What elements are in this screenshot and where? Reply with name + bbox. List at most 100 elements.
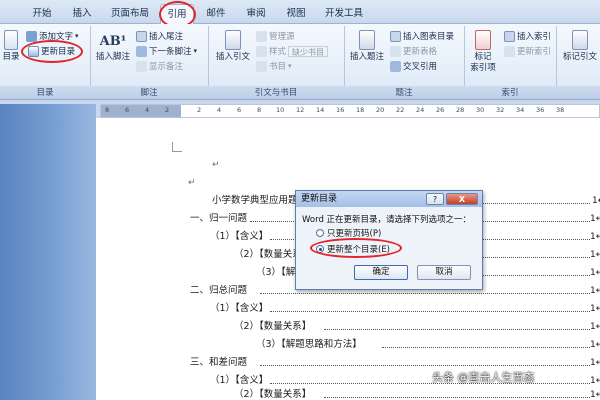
toc-entry[interactable]: 三、和差问题 1↵ <box>190 356 600 370</box>
mark-entry-label: 标记 索引项 <box>470 52 496 73</box>
toc-page-number: 1↵ <box>592 196 600 206</box>
update-table-button[interactable]: 更新表格 <box>390 45 437 57</box>
cross-reference-button[interactable]: 交叉引用 <box>390 60 437 72</box>
watermark: 头条 @直击人生百态 <box>432 371 535 384</box>
ruler-tick: 22 <box>396 106 405 114</box>
ruler-tick: 8 <box>257 106 262 114</box>
insert-table-of-figures-button[interactable]: 插入图表目录 <box>390 30 454 42</box>
style-dropdown[interactable]: 样式 缺少书目 <box>256 45 329 57</box>
ruler-tick: 4 <box>145 106 150 114</box>
style-label: 样式 <box>269 47 287 57</box>
toc-page-number: 1↵ <box>590 286 600 296</box>
paragraph-mark: ↵ <box>188 178 196 188</box>
ruler-tick: 26 <box>436 106 445 114</box>
page-corner-mark <box>172 142 182 152</box>
toc-entry[interactable]: （2）【数量关系】 1↵ <box>234 320 600 334</box>
toc-button[interactable]: 目录 <box>0 30 22 63</box>
ruler-tick: 34 <box>516 106 525 114</box>
group-label-index: 索引 <box>501 88 519 98</box>
insert-citation-button[interactable]: 插入引文 <box>212 30 254 63</box>
ruler-tick: 36 <box>536 106 545 114</box>
group-label-footnotes: 脚注 <box>140 88 158 98</box>
style-icon <box>256 45 267 57</box>
ruler-tick: 6 <box>125 106 130 114</box>
show-notes-button[interactable]: 显示备注 <box>136 60 183 72</box>
toc-button-label: 目录 <box>2 52 20 62</box>
next-footnote-button[interactable]: 下一条脚注 ▾ <box>136 45 197 57</box>
toc-entry-text: （1）【含义】 <box>210 230 272 244</box>
next-footnote-label: 下一条脚注 <box>149 47 192 57</box>
tab-page-layout[interactable]: 页面布局 <box>104 4 156 24</box>
toc-title-text: 小学数学典型应用题 <box>212 194 301 208</box>
toc-entry-text: （2）【数量关系】 <box>234 388 315 400</box>
endnote-icon <box>136 30 147 42</box>
mark-citation-label: 标记引文 <box>562 52 597 62</box>
dialog-help-button[interactable]: ? <box>426 193 444 205</box>
tab-insert[interactable]: 插入 <box>64 4 100 24</box>
insert-index-button[interactable]: 插入索引 <box>504 30 551 42</box>
group-label-toc: 目录 <box>36 88 54 98</box>
toc-entry-text: 二、归总问题 <box>190 284 251 298</box>
tab-mailings[interactable]: 邮件 <box>198 4 234 24</box>
mark-citation-icon <box>572 30 588 50</box>
left-pane <box>0 104 96 400</box>
cross-reference-icon <box>390 60 401 72</box>
manage-sources-button[interactable]: 管理源 <box>256 30 295 42</box>
tab-review[interactable]: 审阅 <box>238 4 274 24</box>
dialog-message: Word 正在更新目录，请选择下列选项之一： <box>302 215 472 225</box>
toc-entry[interactable]: （1）【含义】 1↵ <box>210 302 600 316</box>
toc-page-number: 1↵ <box>590 340 600 350</box>
update-index-icon <box>504 45 515 57</box>
caption-icon <box>359 30 375 50</box>
insert-caption-button[interactable]: 插入题注 <box>348 30 386 63</box>
next-footnote-icon <box>136 45 147 57</box>
toc-entry[interactable]: （1）【含义】 1↵ <box>210 374 600 388</box>
table-of-figures-icon <box>390 30 401 42</box>
toc-page-number: 1↵ <box>590 358 600 368</box>
insert-footnote-button[interactable]: AB¹ 插入脚注 <box>96 32 130 63</box>
toc-leader <box>260 365 590 366</box>
toc-icon <box>4 30 18 50</box>
ruler-tick: 28 <box>456 106 465 114</box>
toc-leader <box>324 397 590 398</box>
ribbon-tab-bar: 开始 插入 页面布局 引用 邮件 审阅 视图 开发工具 <box>0 0 600 28</box>
ruler-tick: 4 <box>217 106 222 114</box>
toc-entry[interactable]: （3）【解题思路和方法】 1↵ <box>256 338 600 352</box>
cancel-button[interactable]: 取消 <box>417 265 471 280</box>
ruler-tick: 8 <box>105 106 110 114</box>
toc-page-number: 1↵ <box>590 304 600 314</box>
ruler-tick: 38 <box>556 106 565 114</box>
horizontal-ruler[interactable]: 8 6 4 2 2 4 6 8 10 12 14 16 18 20 22 24 … <box>100 104 600 118</box>
ok-button[interactable]: 确定 <box>354 265 408 280</box>
cross-reference-label: 交叉引用 <box>403 62 438 72</box>
tab-home[interactable]: 开始 <box>22 4 62 24</box>
tab-view[interactable]: 视图 <box>278 4 314 24</box>
toc-entry-text: （1）【含义】 <box>210 374 272 388</box>
mark-citation-button[interactable]: 标记引文 <box>560 30 600 63</box>
update-index-button[interactable]: 更新索引 <box>504 45 551 57</box>
bibliography-icon <box>256 60 267 72</box>
dialog-close-button[interactable]: X <box>446 193 478 205</box>
highlight-ring-entire-option <box>310 238 402 258</box>
insert-table-of-figures-label: 插入图表目录 <box>403 32 455 42</box>
toc-page-number: 1↵ <box>590 250 600 260</box>
toc-entry[interactable]: （2）【数量关系】 1↵ <box>234 388 600 400</box>
toc-entry-text: 三、和差问题 <box>190 356 251 370</box>
style-value: 缺少书目 <box>288 45 329 57</box>
tab-developer[interactable]: 开发工具 <box>318 4 370 24</box>
mark-entry-button[interactable]: 标记 索引项 <box>466 30 500 74</box>
insert-endnote-button[interactable]: 插入尾注 <box>136 30 183 42</box>
insert-citation-label: 插入引文 <box>215 52 250 62</box>
toc-leader <box>324 329 590 330</box>
show-notes-label: 显示备注 <box>149 62 184 72</box>
toc-leader <box>270 383 590 384</box>
ruler-tick: 24 <box>416 106 425 114</box>
ruler-tick: 14 <box>316 106 325 114</box>
toc-entry-text: （1）【含义】 <box>210 302 272 316</box>
add-text-icon <box>26 30 37 42</box>
ruler-tick: 2 <box>165 106 170 114</box>
ruler-tick: 6 <box>237 106 242 114</box>
bibliography-button[interactable]: 书目 ▾ <box>256 60 292 72</box>
ruler-tick: 12 <box>296 106 305 114</box>
update-toc-dialog: 更新目录 ? X Word 正在更新目录，请选择下列选项之一： 只更新页码(P)… <box>295 190 483 290</box>
